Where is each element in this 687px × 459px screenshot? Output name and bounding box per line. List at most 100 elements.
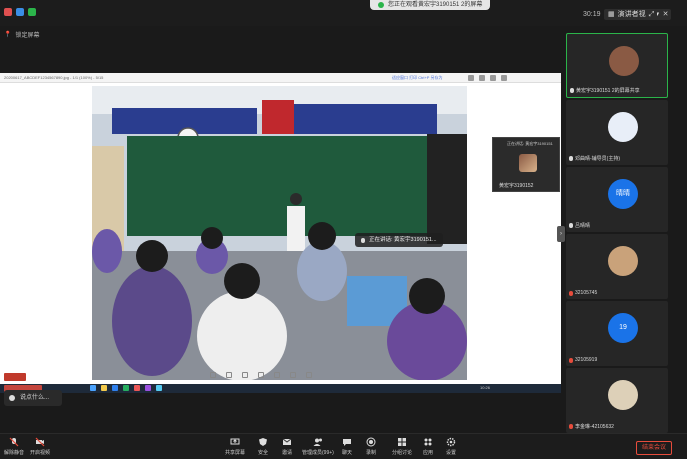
participant-tile[interactable]: 19 32105919 (566, 301, 668, 366)
participant-tile[interactable]: 晴晴吕晴晴 (566, 167, 668, 232)
zoom-out-icon[interactable] (210, 372, 216, 378)
mic-muted-icon (569, 290, 573, 296)
media-icon[interactable] (134, 385, 140, 391)
record-button[interactable]: 录制 (366, 437, 376, 456)
recording-badge (4, 373, 26, 381)
minimize-icon[interactable] (468, 75, 474, 81)
participant-tile[interactable]: 黄宏宇3190151 2的屏幕共享 (566, 33, 668, 98)
avatar-initials: 19 (619, 324, 627, 331)
participant-name: 邓曲晴-辅导员(主持) (575, 156, 620, 162)
lock-screen-button[interactable]: 📍 锁定屏幕 (4, 30, 40, 39)
mic-icon (570, 88, 574, 93)
participant-tile[interactable]: 32105745 (566, 234, 668, 299)
sharing-dot-icon (378, 2, 384, 8)
share-status-text: 您正在观看黄宏宇3190151 2的屏幕 (388, 2, 483, 8)
restore-icon[interactable] (490, 75, 496, 81)
chat-placeholder: 说点什么... (20, 395, 50, 401)
browser-icon[interactable] (112, 385, 118, 391)
close-button[interactable]: ✕ (660, 9, 671, 20)
pip-avatar (519, 154, 537, 172)
participant-name: 吕晴晴 (575, 223, 591, 229)
share-status-pill[interactable]: 您正在观看黄宏宇3190151 2的屏幕 (370, 0, 491, 10)
mic-icon (569, 223, 573, 228)
participants-button[interactable]: 管理成员(99+) (302, 437, 334, 456)
shared-screen[interactable]: 20200617_ABCDEF1234567890.jpg - 1/1 (100… (0, 73, 561, 393)
chat-icon (9, 395, 15, 401)
breakout-icon (398, 438, 406, 446)
prev-icon[interactable] (274, 372, 280, 378)
participant-name-row: 李金琳-42105632 (569, 423, 614, 430)
taskbar-clock: 10:26 (480, 385, 491, 390)
unmute-label: 解除静音 (4, 450, 25, 456)
mic-icon (569, 156, 573, 161)
next-icon[interactable] (290, 372, 296, 378)
chat-bubble-icon (343, 439, 351, 446)
tool-icon[interactable] (145, 385, 151, 391)
rotate-icon[interactable] (258, 372, 264, 378)
shield-icon (259, 438, 267, 446)
grid-icon: ▦ (608, 11, 615, 18)
avatar (608, 112, 638, 142)
avatar (609, 46, 639, 76)
delete-icon[interactable] (306, 372, 312, 378)
participant-name-row: 32105919 (569, 357, 597, 363)
security-button[interactable]: 安全 (258, 437, 268, 456)
mic-muted-icon (569, 424, 573, 429)
fit-icon[interactable] (242, 372, 248, 378)
avatar (608, 246, 638, 276)
fullscreen-button[interactable]: ⤢ (646, 9, 657, 20)
info-icon[interactable] (16, 8, 24, 16)
avatar: 晴晴 (608, 179, 638, 209)
camera-off-icon (35, 437, 45, 447)
video-label: 开启视频 (30, 450, 51, 456)
app-icon[interactable] (123, 385, 129, 391)
viewer-window-controls (468, 75, 507, 81)
invite-button[interactable]: 邀请 (282, 437, 292, 456)
speaking-indicator: 正在讲话: 黄宏宇3190151... (355, 233, 443, 247)
signal-icon[interactable] (28, 8, 36, 16)
explorer-icon[interactable] (90, 385, 96, 391)
unmute-button[interactable]: 解除静音 (4, 437, 24, 456)
apps-icon (424, 438, 432, 446)
avatar-initials: 晴晴 (616, 190, 630, 197)
chat-button[interactable]: 聊天 (342, 437, 352, 456)
panel-toggle-handle[interactable]: › (557, 226, 565, 242)
share-screen-button[interactable]: 共享屏幕 (225, 437, 245, 456)
security-label: 安全 (258, 450, 269, 456)
zoom-in-icon[interactable] (226, 372, 232, 378)
record-icon (366, 437, 376, 447)
pin-icon: 📍 (4, 32, 12, 38)
taskbar-apps (90, 385, 162, 391)
meeting-app-icon[interactable] (156, 385, 162, 391)
meeting-window: 您正在观看黄宏宇3190151 2的屏幕 30:19 ▦ 演讲者视图 ▾ ⤢ ✕… (0, 0, 687, 459)
participant-name-row: 吕晴晴 (569, 222, 590, 229)
meeting-toolbar: 解除静音 开启视频 共享屏幕 安全 邀请 管理成员(99+) 聊天 录制 分组讨… (0, 433, 687, 459)
screen-share-pip[interactable]: 正在讲话: 黄宏宇3190151 黄宏宇3190152 (492, 137, 560, 192)
end-meeting-button[interactable]: 结束会议 (636, 441, 672, 455)
folder-icon[interactable] (101, 385, 107, 391)
settings-button[interactable]: 设置 (446, 437, 456, 456)
viewer-title: 20200617_ABCDEF1234567890.jpg - 1/1 (100… (4, 75, 104, 80)
apps-button[interactable]: 应用 (423, 437, 433, 456)
settings-label: 设置 (446, 450, 457, 456)
participant-name-row: 32105745 (569, 290, 597, 296)
participant-tile[interactable]: 李金琳-42105632 (566, 368, 668, 433)
viewer-actions: 适应窗口 打印 Ctrl+P 另存为 (392, 75, 443, 80)
alert-icon[interactable] (4, 8, 12, 16)
participants-label: 管理成员(99+) (302, 450, 334, 456)
windows-taskbar: 10:26 (0, 384, 561, 393)
chat-label: 聊天 (342, 450, 353, 456)
maximize-icon[interactable] (479, 75, 485, 81)
window-close-icon[interactable] (501, 75, 507, 81)
participant-name: 32105919 (575, 357, 598, 363)
status-icons (4, 8, 36, 16)
breakout-button[interactable]: 分组讨论 (392, 437, 412, 456)
chat-input[interactable]: 说点什么... (4, 390, 62, 406)
start-video-button[interactable]: 开启视频 (30, 437, 50, 456)
gear-icon (446, 437, 456, 447)
invite-icon (282, 438, 292, 445)
participant-tile[interactable]: 邓曲晴-辅导员(主持) (566, 100, 668, 165)
participant-name-row: 黄宏宇3190151 2的屏幕共享 (570, 87, 640, 94)
apps-label: 应用 (423, 450, 434, 456)
participant-name: 李金琳-42105632 (575, 424, 614, 430)
